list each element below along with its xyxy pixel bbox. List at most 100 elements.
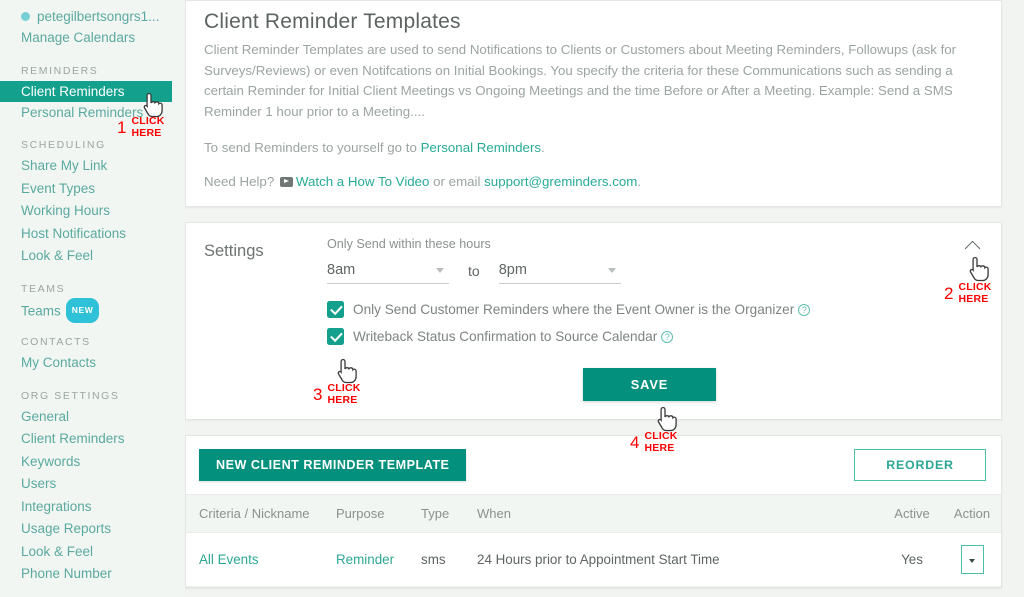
sidebar-item-teams[interactable]: Teams NEW <box>0 297 185 323</box>
cell-when: 24 Hours prior to Appointment Start Time <box>477 532 881 587</box>
reorder-button[interactable]: REORDER <box>854 449 986 481</box>
video-icon <box>279 176 293 187</box>
help-icon[interactable]: ? <box>661 330 674 343</box>
column-header-action: Action <box>943 494 1001 533</box>
page-header-card: Client Reminder Templates Client Reminde… <box>185 0 1002 207</box>
personal-reminders-link[interactable]: Personal Reminders <box>421 140 541 155</box>
need-help-line: Need Help? Watch a How To Video or email… <box>204 172 983 192</box>
writeback-checkbox[interactable] <box>327 328 344 345</box>
to-hour-select[interactable]: 8pm <box>498 262 621 284</box>
sidebar-item-org-look-and-feel[interactable]: Look & Feel <box>0 541 185 564</box>
main-content: Client Reminder Templates Client Reminde… <box>185 0 1024 597</box>
column-header-criteria: Criteria / Nickname <box>186 494 336 533</box>
sidebar-item-working-hours[interactable]: Working Hours <box>0 200 185 223</box>
from-hour-value: 8am <box>327 262 356 278</box>
sidebar-section-reminders: REMINDERS <box>21 64 99 77</box>
sidebar-section-scheduling: SCHEDULING <box>21 139 106 151</box>
sidebar-item-general[interactable]: General <box>0 406 185 429</box>
sidebar-item-label: Usage Reports <box>21 521 112 536</box>
sidebar-item-manage-calendars[interactable]: Manage Calendars <box>0 27 185 50</box>
sidebar: petegilbertsongrs1... Manage Calendars R… <box>0 0 185 597</box>
column-header-purpose: Purpose <box>336 494 421 533</box>
sidebar-item-personal-reminders[interactable]: Personal Reminders <box>0 102 185 125</box>
templates-card: NEW CLIENT REMINDER TEMPLATE REORDER Cri… <box>185 435 1002 588</box>
to-hour-value: 8pm <box>498 262 527 278</box>
sidebar-item-label: Users <box>21 476 57 491</box>
purpose-link[interactable]: Reminder <box>336 552 394 567</box>
cell-type: sms <box>421 532 477 587</box>
need-help-middle: or email <box>429 174 485 189</box>
sidebar-item-keywords[interactable]: Keywords <box>0 451 185 474</box>
personal-line-suffix: . <box>541 140 545 155</box>
organizer-checkbox-label: Only Send Customer Reminders where the E… <box>353 302 795 317</box>
sidebar-item-share-my-link[interactable]: Share My Link <box>0 155 185 178</box>
chevron-down-icon <box>607 267 616 273</box>
new-badge: NEW <box>65 297 100 323</box>
sidebar-item-client-reminders[interactable]: Client Reminders <box>0 80 172 102</box>
sidebar-item-label: Manage Calendars <box>21 30 136 45</box>
writeback-checkbox-label: Writeback Status Confirmation to Source … <box>353 329 658 344</box>
sidebar-item-label: Personal Reminders <box>21 104 144 120</box>
sidebar-item-look-and-feel[interactable]: Look & Feel <box>0 245 185 268</box>
organizer-checkbox[interactable] <box>327 301 344 318</box>
sidebar-item-label: Share My Link <box>21 158 108 173</box>
chevron-up-icon[interactable] <box>963 237 985 255</box>
sidebar-section-teams: TEAMS <box>21 282 66 295</box>
from-hour-select[interactable]: 8am <box>327 262 449 284</box>
column-header-type: Type <box>421 494 477 533</box>
sidebar-item-usage-reports[interactable]: Usage Reports <box>0 518 185 541</box>
app-root: petegilbertsongrs1... Manage Calendars R… <box>0 0 1024 597</box>
criteria-link[interactable]: All Events <box>199 552 259 567</box>
templates-toolbar: NEW CLIENT REMINDER TEMPLATE REORDER <box>186 436 1001 494</box>
row-action-dropdown-button[interactable] <box>960 545 984 574</box>
sidebar-item-event-types[interactable]: Event Types <box>0 178 185 201</box>
save-button[interactable]: SAVE <box>583 368 716 401</box>
sidebar-item-host-notifications[interactable]: Host Notifications <box>0 223 185 246</box>
column-header-when: When <box>477 494 881 533</box>
writeback-checkbox-row: Writeback Status Confirmation to Source … <box>327 328 983 345</box>
watch-video-link[interactable]: Watch a How To Video <box>296 174 430 189</box>
sidebar-item-my-contacts[interactable]: My Contacts <box>0 352 185 375</box>
cell-action <box>943 532 1001 587</box>
templates-table: Criteria / Nickname Purpose Type When Ac… <box>186 494 1001 587</box>
sidebar-section-org-settings: ORG SETTINGS <box>21 389 120 402</box>
sidebar-item-org-client-reminders[interactable]: Client Reminders <box>0 428 185 451</box>
sidebar-item-integrations[interactable]: Integrations <box>0 496 185 519</box>
sidebar-item-label: Host Notifications <box>21 225 127 241</box>
sidebar-item-label: Keywords <box>21 453 81 469</box>
sidebar-item-label: Working Hours <box>21 203 111 218</box>
new-client-reminder-template-button[interactable]: NEW CLIENT REMINDER TEMPLATE <box>199 449 467 481</box>
chevron-down-icon <box>436 267 444 273</box>
sidebar-user-account[interactable]: petegilbertsongrs1... <box>0 6 185 27</box>
sidebar-item-label: Client Reminders <box>21 83 125 99</box>
sidebar-item-phone-number[interactable]: Phone Number <box>0 563 185 586</box>
sidebar-item-users[interactable]: Users <box>0 473 185 496</box>
help-icon[interactable]: ? <box>798 303 811 316</box>
personal-reminders-line: To send Reminders to yourself go to Pers… <box>204 138 983 158</box>
settings-hours-label: Only Send within these hours <box>327 237 491 251</box>
table-header-row: Criteria / Nickname Purpose Type When Ac… <box>186 494 1001 533</box>
sidebar-item-label: Event Types <box>21 180 96 196</box>
sidebar-user-name: petegilbertsongrs1... <box>37 9 160 24</box>
page-description: Client Reminder Templates are used to se… <box>204 42 957 119</box>
cell-active: Yes <box>881 532 943 587</box>
sidebar-item-label: Teams <box>21 302 61 318</box>
personal-line-prefix: To send Reminders to yourself go to <box>204 140 421 155</box>
cell-purpose[interactable]: Reminder <box>336 532 421 587</box>
organizer-checkbox-row: Only Send Customer Reminders where the E… <box>327 301 983 318</box>
sidebar-item-label: Look & Feel <box>21 543 94 559</box>
need-help-prefix: Need Help? <box>204 174 278 189</box>
cell-criteria[interactable]: All Events <box>186 532 336 587</box>
sidebar-item-label: My Contacts <box>21 355 97 370</box>
need-help-suffix: . <box>637 174 642 189</box>
support-email-link[interactable]: support@greminders.com <box>484 174 637 189</box>
sidebar-item-label: General <box>21 408 70 424</box>
status-dot-icon <box>21 12 30 21</box>
sidebar-item-label: Client Reminders <box>21 431 125 446</box>
page-title: Client Reminder Templates <box>204 10 461 33</box>
settings-title: Settings <box>204 242 264 260</box>
sidebar-item-label: Phone Number <box>21 566 112 581</box>
settings-card: Settings Only Send within these hours 8a… <box>185 222 1002 420</box>
sidebar-section-contacts: CONTACTS <box>21 336 91 348</box>
column-header-active: Active <box>881 494 943 533</box>
